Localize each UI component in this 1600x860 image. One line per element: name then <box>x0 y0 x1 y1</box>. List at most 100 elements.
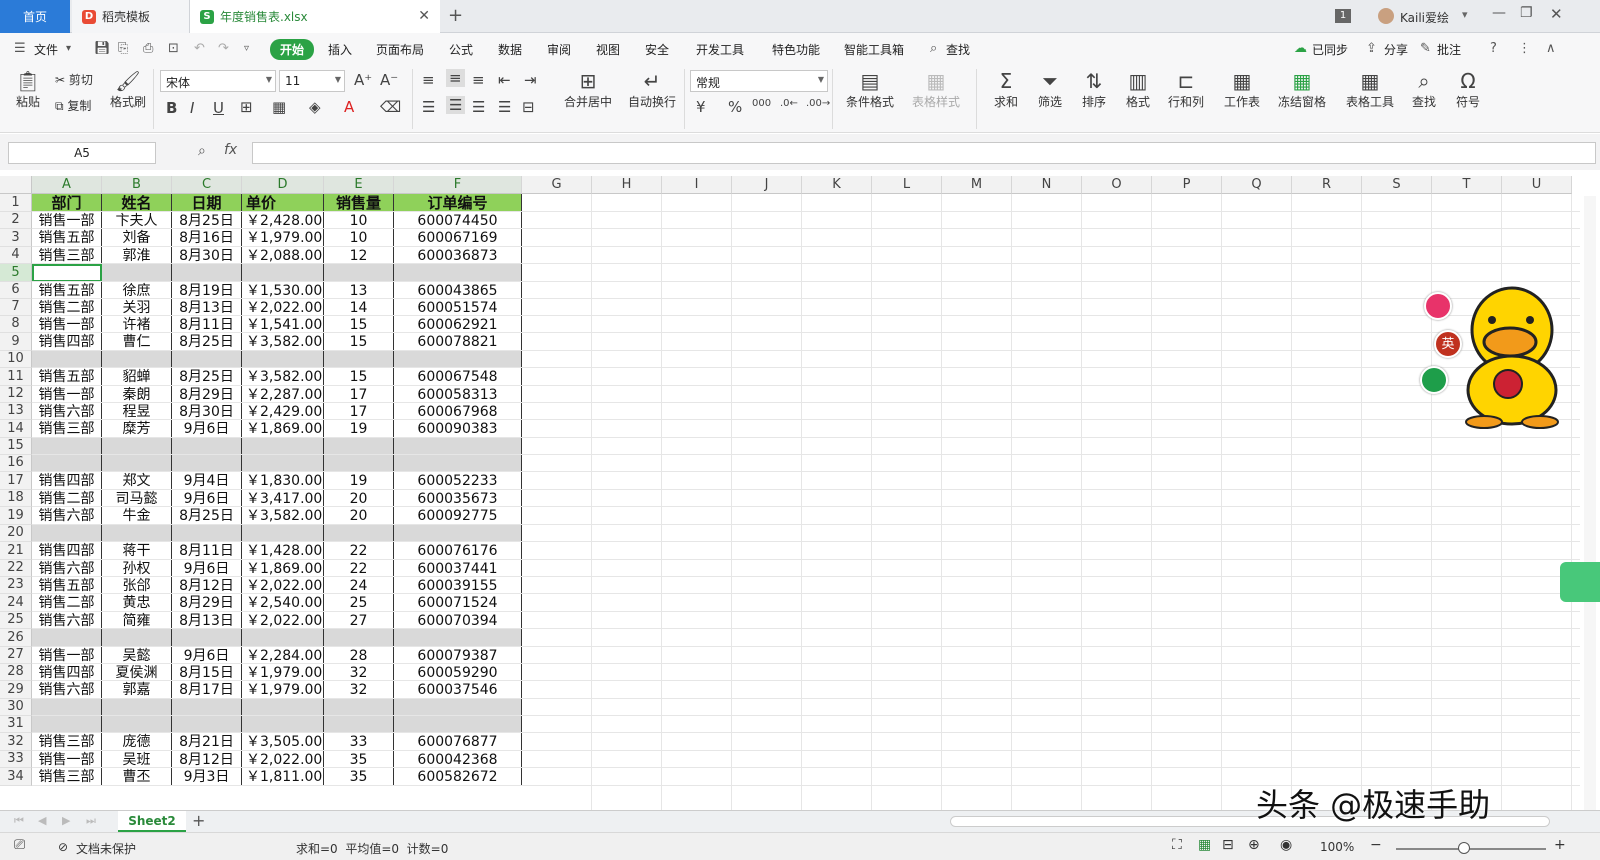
zoom-in-icon[interactable]: + <box>1554 837 1566 853</box>
sync-status[interactable]: 已同步 <box>1312 41 1348 58</box>
table-cell[interactable]: 9月6日 <box>172 560 242 577</box>
blank-cell[interactable] <box>324 716 394 733</box>
menu-file[interactable]: 文件 <box>34 41 58 58</box>
table-cell[interactable]: 卞夫人 <box>102 212 172 229</box>
blank-cell[interactable] <box>172 699 242 716</box>
moon-icon[interactable] <box>1420 366 1448 394</box>
table-cell[interactable]: 27 <box>324 612 394 629</box>
last-sheet-icon[interactable]: ⏭ <box>86 814 96 828</box>
fullscreen-icon[interactable]: ⛶ <box>1172 837 1182 853</box>
zoom-out-icon[interactable]: − <box>1370 837 1382 853</box>
row-header-33[interactable]: 33 <box>0 751 32 768</box>
fill-pattern-icon[interactable]: ▦ <box>272 98 286 116</box>
row-header-30[interactable]: 30 <box>0 699 32 716</box>
more-icon[interactable]: ⋮ <box>1518 41 1531 56</box>
minimize-icon[interactable]: — <box>1492 5 1506 21</box>
table-cell[interactable]: 吴懿 <box>102 647 172 664</box>
column-header-i[interactable]: I <box>662 176 732 194</box>
table-cell[interactable]: 8月11日 <box>172 316 242 333</box>
row-header-32[interactable]: 32 <box>0 733 32 751</box>
table-cell[interactable]: ￥1,979.00 <box>242 664 324 681</box>
table-cell[interactable]: ￥1,811.00 <box>242 768 324 786</box>
fx-icon[interactable]: fx <box>224 142 237 158</box>
table-cell[interactable]: 8月25日 <box>172 368 242 386</box>
table-cell[interactable]: 17 <box>324 403 394 420</box>
rows-cols-button[interactable]: ⊏ 行和列 <box>1162 69 1210 110</box>
column-header-k[interactable]: K <box>802 176 872 194</box>
table-cell[interactable]: 35 <box>324 751 394 768</box>
row-header-2[interactable]: 2 <box>0 212 32 229</box>
table-cell[interactable]: 600058313 <box>394 386 522 403</box>
font-family-select[interactable]: 宋体 ▼ <box>160 70 276 92</box>
cut-button[interactable]: ✂ 剪切 <box>55 71 93 88</box>
side-panel-tab[interactable] <box>1560 562 1600 602</box>
name-box[interactable]: A5 <box>8 142 156 164</box>
table-cell[interactable]: 销售四部 <box>32 472 102 490</box>
table-cell[interactable]: ￥1,869.00 <box>242 560 324 577</box>
table-cell[interactable]: 程昱 <box>102 403 172 420</box>
table-cell[interactable]: 9月4日 <box>172 472 242 490</box>
table-cell[interactable]: 9月3日 <box>172 768 242 786</box>
page-break-icon[interactable]: ⊟ <box>1222 837 1234 853</box>
row-header-1[interactable]: 1 <box>0 194 32 212</box>
table-cell[interactable]: 8月16日 <box>172 229 242 247</box>
row-header-29[interactable]: 29 <box>0 681 32 699</box>
table-cell[interactable]: 14 <box>324 299 394 316</box>
column-header-t[interactable]: T <box>1432 176 1502 194</box>
zoom-formula-icon[interactable]: ⌕ <box>198 143 206 159</box>
menu-data[interactable]: 数据 <box>498 41 522 58</box>
column-header-d[interactable]: D <box>242 176 324 194</box>
blank-cell[interactable] <box>102 264 172 282</box>
blank-cell[interactable] <box>102 351 172 368</box>
decrease-font-icon[interactable]: A⁻ <box>380 71 398 89</box>
blank-cell[interactable] <box>242 264 324 282</box>
blank-cell[interactable] <box>32 525 102 542</box>
table-cell[interactable]: 刘备 <box>102 229 172 247</box>
blank-cell[interactable] <box>242 351 324 368</box>
blank-cell[interactable] <box>324 438 394 455</box>
table-cell[interactable]: 简雍 <box>102 612 172 629</box>
table-cell[interactable]: 销售五部 <box>32 368 102 386</box>
row-header-28[interactable]: 28 <box>0 664 32 681</box>
table-cell[interactable]: 17 <box>324 386 394 403</box>
row-header-26[interactable]: 26 <box>0 629 32 647</box>
table-cell[interactable]: 600071524 <box>394 594 522 612</box>
table-cell[interactable]: ￥3,582.00 <box>242 368 324 386</box>
table-cell[interactable]: 600092775 <box>394 507 522 525</box>
blank-cell[interactable] <box>32 351 102 368</box>
column-header-b[interactable]: B <box>102 176 172 194</box>
table-cell[interactable]: ￥2,022.00 <box>242 612 324 629</box>
italic-icon[interactable]: I <box>190 99 194 117</box>
table-cell[interactable]: 22 <box>324 560 394 577</box>
zoom-level[interactable]: 100% <box>1320 840 1354 854</box>
wrap-text-button[interactable]: ↵ 自动换行 <box>624 69 680 110</box>
table-cell[interactable]: 600067968 <box>394 403 522 420</box>
table-cell[interactable]: 20 <box>324 507 394 525</box>
conditional-format-button[interactable]: ▤ 条件格式 <box>840 69 900 110</box>
window-close-icon[interactable]: ✕ <box>1550 5 1563 23</box>
blank-cell[interactable] <box>102 525 172 542</box>
freeze-panes-button[interactable]: ▦ 冻结窗格 <box>1272 69 1332 110</box>
table-cell[interactable]: 销售二部 <box>32 490 102 507</box>
table-cell[interactable]: 貂蝉 <box>102 368 172 386</box>
menu-security[interactable]: 安全 <box>645 41 669 58</box>
column-header-u[interactable]: U <box>1502 176 1572 194</box>
row-header-9[interactable]: 9 <box>0 333 32 351</box>
vertical-scrollbar[interactable] <box>1584 196 1596 810</box>
table-cell[interactable]: ￥2,088.00 <box>242 247 324 264</box>
row-header-6[interactable]: 6 <box>0 282 32 299</box>
table-cell[interactable]: 张郃 <box>102 577 172 594</box>
blank-cell[interactable] <box>102 455 172 472</box>
row-header-19[interactable]: 19 <box>0 507 32 525</box>
table-cell[interactable]: 600037546 <box>394 681 522 699</box>
thousands-icon[interactable]: 000 <box>752 98 771 109</box>
table-cell[interactable]: 蒋干 <box>102 542 172 560</box>
blank-cell[interactable] <box>102 699 172 716</box>
blank-cell[interactable] <box>324 525 394 542</box>
table-style-button[interactable]: ▦ 表格样式 <box>906 69 966 110</box>
macro-record-icon[interactable]: ⎚ <box>14 837 25 853</box>
blank-cell[interactable] <box>324 455 394 472</box>
column-header-c[interactable]: C <box>172 176 242 194</box>
tab-template[interactable]: D 稻壳模板 <box>72 0 190 33</box>
table-cell[interactable]: 600062921 <box>394 316 522 333</box>
